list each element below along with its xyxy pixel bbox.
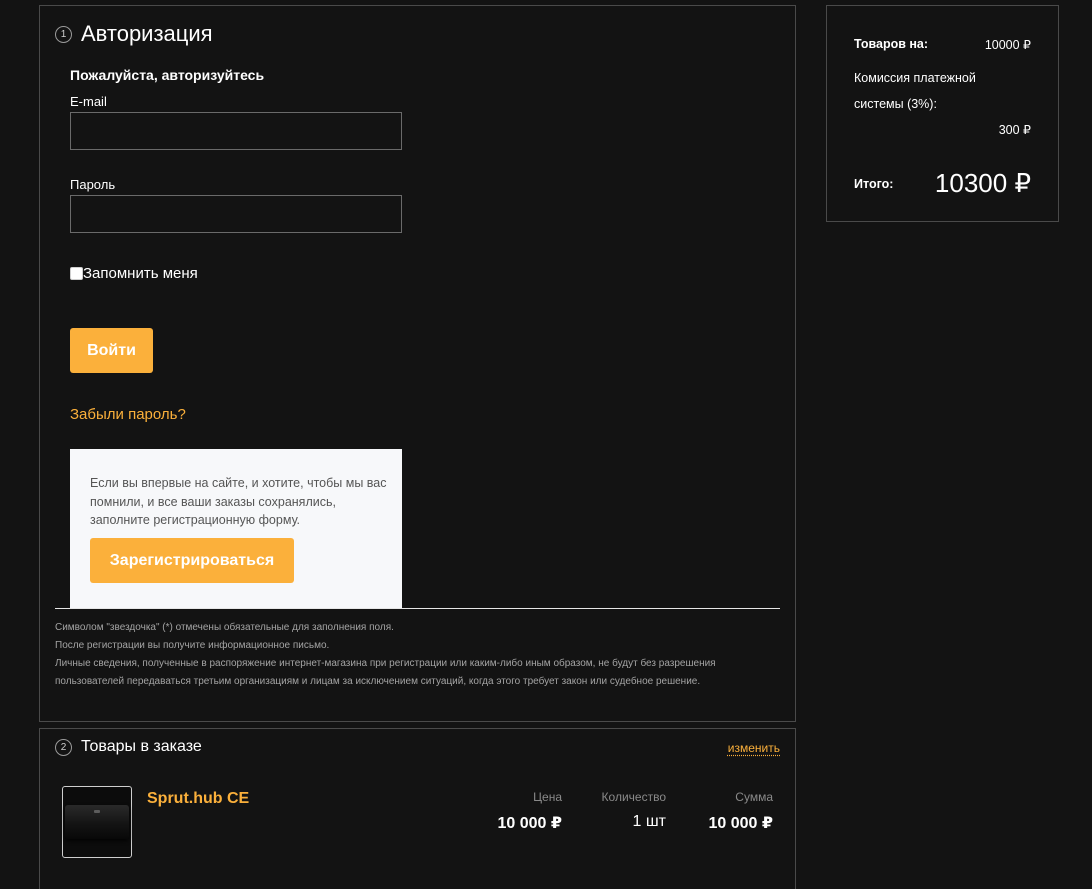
total-label: Итого: xyxy=(854,177,894,191)
register-button[interactable]: Зарегистрироваться xyxy=(90,538,294,583)
product-name-link[interactable]: Sprut.hub CE xyxy=(147,790,249,808)
remember-me[interactable]: Запомнить меня xyxy=(70,265,198,282)
product-thumbnail[interactable] xyxy=(62,786,132,858)
authorization-header: 1 Авторизация xyxy=(55,21,213,47)
device-icon xyxy=(65,805,129,839)
order-items-title: Товары в заказе xyxy=(81,738,202,755)
email-label: E-mail xyxy=(70,94,107,109)
quantity-column-header: Количество xyxy=(601,790,666,804)
note-line: Символом "звездочка" (*) отмечены обязат… xyxy=(55,622,394,633)
goods-total-value: 10000 ₽ xyxy=(984,38,1031,52)
order-items-section: 2 Товары в заказе изменить Sprut.hub CE … xyxy=(39,728,796,889)
price-column-header: Цена xyxy=(533,790,562,804)
sum-column-header: Сумма xyxy=(735,790,773,804)
required-fields-notes: Символом "звездочка" (*) отмечены обязат… xyxy=(55,619,785,691)
product-sum: 10 000 ₽ xyxy=(708,815,773,832)
divider xyxy=(55,608,780,609)
goods-total-label: Товаров на: xyxy=(854,37,929,51)
edit-order-link[interactable]: изменить xyxy=(728,741,780,755)
order-items-header: 2 Товары в заказе xyxy=(55,738,202,756)
note-line: Личные сведения, полученные в распоряжен… xyxy=(55,658,716,687)
email-field[interactable] xyxy=(70,112,402,150)
step-number-badge: 2 xyxy=(55,738,72,756)
commission-label-line-2: системы (3%): xyxy=(854,97,937,111)
commission-label: Комиссия платежной xyxy=(854,71,976,85)
commission-value: 300 ₽ xyxy=(998,123,1031,137)
authorization-title: Авторизация xyxy=(81,21,213,46)
authorization-section: 1 Авторизация Пожалуйста, авторизуйтесь … xyxy=(39,5,796,722)
remember-me-checkbox[interactable] xyxy=(70,267,83,280)
auth-subtitle: Пожалуйста, авторизуйтесь xyxy=(70,67,265,83)
password-field[interactable] xyxy=(70,195,402,233)
note-line: После регистрации вы получите информацио… xyxy=(55,640,330,651)
device-logo-mark xyxy=(94,810,100,813)
registration-text: Если вы впервые на сайте, и хотите, чтоб… xyxy=(90,476,387,527)
product-quantity: 1 шт xyxy=(632,813,666,830)
registration-box: Если вы впервые на сайте, и хотите, чтоб… xyxy=(70,449,402,609)
step-number-badge: 1 xyxy=(55,25,72,43)
login-button[interactable]: Войти xyxy=(70,328,153,373)
total-value: 10300 ₽ xyxy=(934,168,1031,198)
forgot-password-link[interactable]: Забыли пароль? xyxy=(70,406,186,423)
product-price: 10 000 ₽ xyxy=(497,815,562,832)
checkout-page: 1 Авторизация Пожалуйста, авторизуйтесь … xyxy=(0,0,1092,889)
password-label: Пароль xyxy=(70,177,116,192)
remember-me-label: Запомнить меня xyxy=(83,265,198,282)
order-summary: Товаров на: 10000 ₽ Комиссия платежной с… xyxy=(826,5,1059,222)
